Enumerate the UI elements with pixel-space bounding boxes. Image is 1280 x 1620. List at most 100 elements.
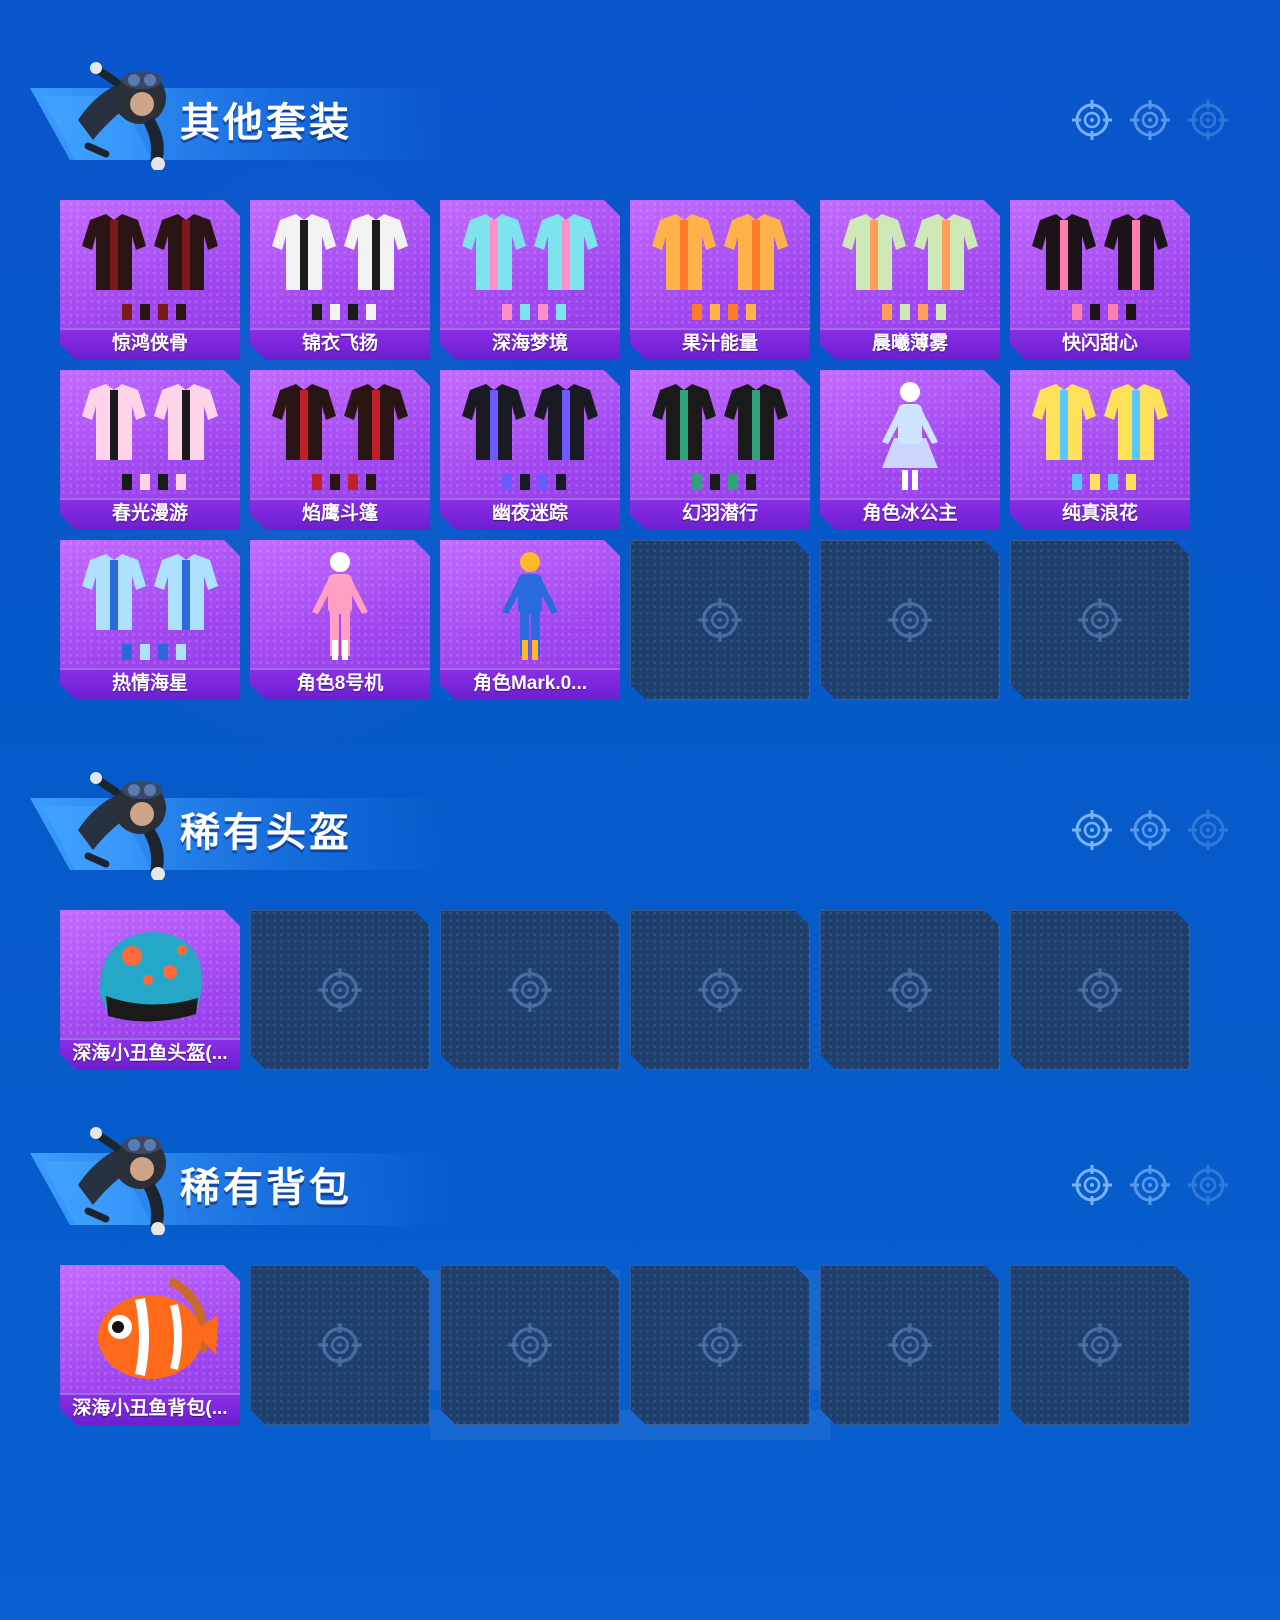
reticle-icon (1078, 968, 1122, 1012)
empty-slot-icon (1076, 1321, 1124, 1369)
mascot (58, 1115, 188, 1236)
item-name: 角色Mark.0... (472, 673, 588, 694)
item-card[interactable]: 快闪甜心 (1010, 200, 1190, 360)
item-card[interactable]: 幻羽潜行 (630, 370, 810, 530)
item-card[interactable]: 角色8号机 (250, 540, 430, 700)
mascot (58, 760, 188, 881)
header-decoration (1070, 1163, 1240, 1207)
item-card[interactable]: 锦衣飞扬 (250, 200, 430, 360)
parachuting-character-icon (78, 772, 166, 881)
empty-slot (630, 540, 810, 700)
outfit-icon (272, 214, 408, 320)
item-name: 春光漫游 (111, 503, 188, 524)
empty-slot (1010, 540, 1190, 700)
reticle-icon (508, 1323, 552, 1367)
empty-slot (250, 1265, 430, 1425)
item-card[interactable]: 深海小丑鱼背包(... (60, 1265, 240, 1425)
item-image (70, 376, 230, 494)
item-card[interactable]: 幽夜迷踪 (440, 370, 620, 530)
reticle-icon (888, 1323, 932, 1367)
outfit-icon (462, 214, 598, 320)
outfit-icon (652, 214, 788, 320)
section-header: 稀有头盔 (30, 760, 1250, 881)
empty-slot (630, 1265, 810, 1425)
item-card[interactable]: 果汁能量 (630, 200, 810, 360)
empty-slot (820, 910, 1000, 1070)
empty-slot-icon (696, 1321, 744, 1369)
empty-slot (440, 1265, 620, 1425)
item-card[interactable]: 深海梦境 (440, 200, 620, 360)
item-name: 幻羽潜行 (681, 503, 758, 524)
item-image (70, 1271, 230, 1389)
item-image (450, 206, 610, 324)
character-figure-icon (312, 552, 368, 660)
outfit-icon (82, 554, 218, 660)
item-card[interactable]: 惊鸿侠骨 (60, 200, 240, 360)
item-name: 焰鹰斗篷 (301, 503, 378, 524)
reticle-icon (1072, 1165, 1112, 1205)
outfit-icon (272, 384, 408, 490)
section-rare-backpacks: 稀有背包深海小丑鱼背包(... (0, 1115, 1280, 1445)
item-image (1020, 206, 1180, 324)
item-image (260, 376, 420, 494)
reticle-icon (1072, 810, 1112, 850)
outfit-icon (842, 214, 978, 320)
item-image (450, 546, 610, 664)
reticle-icon (1188, 100, 1228, 140)
outfit-icon (82, 384, 218, 490)
reticle-icon (318, 968, 362, 1012)
item-card[interactable]: 角色Mark.0... (440, 540, 620, 700)
item-image (260, 206, 420, 324)
section-rare-helmets: 稀有头盔深海小丑鱼头盔(... (0, 760, 1280, 1090)
item-card[interactable]: 春光漫游 (60, 370, 240, 530)
empty-slot-icon (886, 1321, 934, 1369)
item-image (70, 916, 230, 1034)
section-title: 稀有头盔 (180, 810, 352, 856)
item-name: 快闪甜心 (1061, 333, 1138, 354)
empty-slot-icon (316, 966, 364, 1014)
item-card[interactable]: 纯真浪花 (1010, 370, 1190, 530)
item-card[interactable]: 深海小丑鱼头盔(... (60, 910, 240, 1070)
outfit-icon (1032, 214, 1168, 320)
reticle-icon (1078, 598, 1122, 642)
reticle-icon (888, 598, 932, 642)
empty-slot-icon (696, 596, 744, 644)
outfit-icon (652, 384, 788, 490)
item-name: 晨曦薄雾 (871, 333, 948, 354)
reticle-icon (698, 1323, 742, 1367)
reticle-icon (1188, 810, 1228, 850)
reticle-icon (508, 968, 552, 1012)
item-card[interactable]: 热情海星 (60, 540, 240, 700)
mascot (58, 50, 188, 171)
reticle-icon (698, 598, 742, 642)
item-image (70, 206, 230, 324)
empty-slot (1010, 1265, 1190, 1425)
empty-slot-icon (1076, 596, 1124, 644)
empty-slot (630, 910, 810, 1070)
reticle-icon (1188, 1165, 1228, 1205)
reticle-icon (888, 968, 932, 1012)
item-name: 幽夜迷踪 (491, 503, 568, 524)
section-other-outfits: 其他套装 惊鸿侠骨 锦衣飞扬 深海梦境 果汁能量 晨曦薄雾 快闪甜心 春光漫游 焰鹰斗篷 幽夜迷踪… (0, 50, 1280, 730)
item-image (640, 206, 800, 324)
reticle-icon (1130, 100, 1170, 140)
outfit-icon (82, 214, 218, 320)
item-card[interactable]: 晨曦薄雾 (820, 200, 1000, 360)
reticle-icon (698, 968, 742, 1012)
empty-slot-icon (696, 966, 744, 1014)
section-header: 稀有背包 (30, 1115, 1250, 1236)
item-image (70, 546, 230, 664)
outfit-icon (1032, 384, 1168, 490)
item-name: 角色8号机 (296, 673, 384, 694)
empty-slot-icon (1076, 966, 1124, 1014)
item-name: 深海小丑鱼头盔(... (72, 1043, 228, 1064)
item-card[interactable]: 焰鹰斗篷 (250, 370, 430, 530)
empty-slot-icon (506, 966, 554, 1014)
item-name: 纯真浪花 (1061, 503, 1138, 524)
character-figure-icon (882, 382, 938, 490)
item-card[interactable]: 角色冰公主 (820, 370, 1000, 530)
empty-slot (250, 910, 430, 1070)
header-decoration (1070, 808, 1240, 852)
item-image (450, 376, 610, 494)
empty-slot-icon (316, 1321, 364, 1369)
